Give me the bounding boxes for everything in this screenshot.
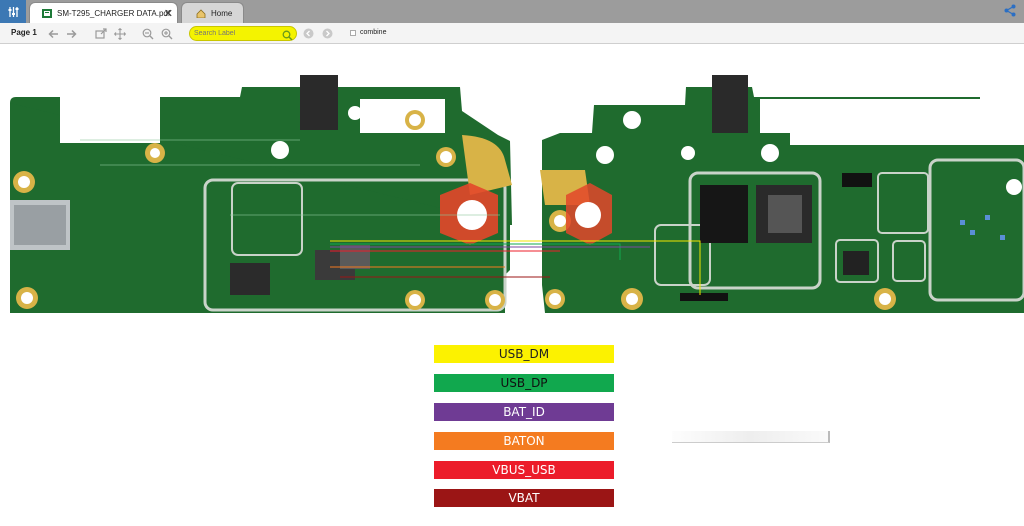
pcb-board-image (10, 75, 1024, 313)
next-result-button[interactable] (320, 26, 335, 41)
legend-vbus-usb: VBUS_USB (434, 461, 614, 479)
export-button[interactable] (93, 26, 108, 41)
move-icon (113, 27, 126, 40)
legend-usb-dp: USB_DP (434, 374, 614, 392)
circle-arrow-right-icon (322, 28, 333, 39)
legend-baton: BATON (434, 432, 614, 450)
circle-arrow-left-icon (303, 28, 314, 39)
back-button[interactable] (46, 26, 61, 41)
toolbar: Page 1 combine (0, 23, 1024, 44)
tab-bar: SM-T295_CHARGER DATA.pdf ✕ Home (0, 0, 1024, 23)
right-board (540, 75, 1024, 313)
document-canvas[interactable]: USB_DM USB_DP BAT_ID BATON VBUS_USB VBAT (0, 45, 1024, 526)
search-label-box (189, 26, 297, 41)
search-icon[interactable] (282, 28, 293, 46)
zoom-out-button[interactable] (140, 26, 155, 41)
home-icon (196, 8, 206, 18)
share-icon (1004, 4, 1016, 17)
tab-home-label: Home (211, 8, 233, 18)
blank-label-strip (672, 431, 830, 443)
tab-pdf-label: SM-T295_CHARGER DATA.pdf (57, 8, 171, 18)
settings-menu-button[interactable] (0, 0, 26, 23)
combine-label: combine (360, 29, 387, 36)
zoom-in-button[interactable] (159, 26, 174, 41)
page-indicator: Page 1 (11, 28, 37, 37)
legend-bat-id: BAT_ID (434, 403, 614, 421)
arrow-right-icon (67, 29, 77, 38)
tab-home[interactable]: Home (181, 2, 244, 23)
pdf-file-icon (42, 8, 52, 18)
export-icon (94, 28, 107, 39)
sliders-icon (8, 6, 18, 17)
pan-button[interactable] (112, 26, 127, 41)
search-label-input[interactable] (194, 28, 282, 39)
zoom-in-icon (161, 28, 172, 39)
share-button[interactable] (1004, 4, 1016, 22)
zoom-out-icon (142, 28, 153, 39)
close-tab-icon[interactable]: ✕ (164, 7, 173, 20)
arrow-left-icon (48, 29, 58, 38)
forward-button[interactable] (64, 26, 79, 41)
tab-pdf-document[interactable]: SM-T295_CHARGER DATA.pdf ✕ (29, 2, 178, 23)
prev-result-button[interactable] (301, 26, 316, 41)
legend-vbat: VBAT (434, 489, 614, 507)
legend-usb-dm: USB_DM (434, 345, 614, 363)
combine-checkbox[interactable] (350, 30, 356, 36)
